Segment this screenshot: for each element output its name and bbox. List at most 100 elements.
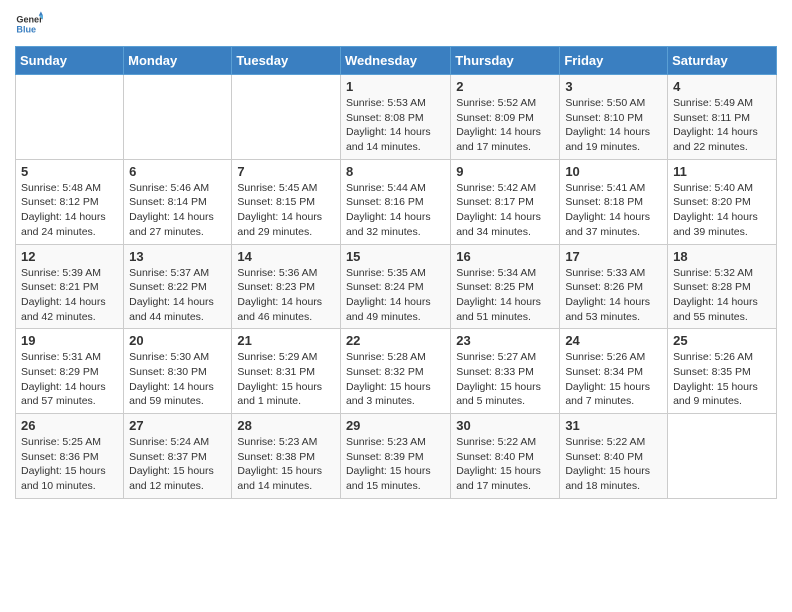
calendar-cell: 14 Sunrise: 5:36 AM Sunset: 8:23 PM Dayli… <box>232 244 341 329</box>
day-info: Sunrise: 5:42 AM Sunset: 8:17 PM Dayligh… <box>456 181 554 240</box>
calendar-cell: 29 Sunrise: 5:23 AM Sunset: 8:39 PM Dayli… <box>340 414 450 499</box>
day-info: Sunrise: 5:23 AM Sunset: 8:38 PM Dayligh… <box>237 435 335 494</box>
day-info: Sunrise: 5:26 AM Sunset: 8:35 PM Dayligh… <box>673 350 771 409</box>
logo-icon: General Blue <box>15 10 43 38</box>
day-number: 27 <box>129 418 226 433</box>
calendar-cell: 23 Sunrise: 5:27 AM Sunset: 8:33 PM Dayli… <box>451 329 560 414</box>
day-number: 9 <box>456 164 554 179</box>
calendar-cell: 15Sunrise: 5:35 AM Sunset: 8:24 PM Dayli… <box>340 244 450 329</box>
calendar-cell: 12 Sunrise: 5:39 AM Sunset: 8:21 PM Dayli… <box>16 244 124 329</box>
calendar-week-row: 5 Sunrise: 5:48 AM Sunset: 8:12 PM Daylig… <box>16 159 777 244</box>
calendar-cell: 19 Sunrise: 5:31 AM Sunset: 8:29 PM Dayli… <box>16 329 124 414</box>
day-number: 29 <box>346 418 445 433</box>
day-info: Sunrise: 5:22 AM Sunset: 8:40 PM Dayligh… <box>565 435 662 494</box>
calendar-header-row: SundayMondayTuesdayWednesdayThursdayFrid… <box>16 47 777 75</box>
day-number: 16 <box>456 249 554 264</box>
day-number: 5 <box>21 164 118 179</box>
calendar-cell: 2 Sunrise: 5:52 AM Sunset: 8:09 PM Daylig… <box>451 75 560 160</box>
day-number: 18 <box>673 249 771 264</box>
calendar-cell: 5 Sunrise: 5:48 AM Sunset: 8:12 PM Daylig… <box>16 159 124 244</box>
day-info: Sunrise: 5:52 AM Sunset: 8:09 PM Dayligh… <box>456 96 554 155</box>
calendar-cell: 31 Sunrise: 5:22 AM Sunset: 8:40 PM Dayli… <box>560 414 668 499</box>
day-info: Sunrise: 5:30 AM Sunset: 8:30 PM Dayligh… <box>129 350 226 409</box>
day-info: Sunrise: 5:40 AM Sunset: 8:20 PM Dayligh… <box>673 181 771 240</box>
calendar-table: SundayMondayTuesdayWednesdayThursdayFrid… <box>15 46 777 499</box>
day-number: 3 <box>565 79 662 94</box>
calendar-cell: 24Sunrise: 5:26 AM Sunset: 8:34 PM Dayli… <box>560 329 668 414</box>
day-number: 8 <box>346 164 445 179</box>
day-info: Sunrise: 5:48 AM Sunset: 8:12 PM Dayligh… <box>21 181 118 240</box>
calendar-cell: 11 Sunrise: 5:40 AM Sunset: 8:20 PM Dayli… <box>668 159 777 244</box>
calendar-cell <box>124 75 232 160</box>
day-info: Sunrise: 5:36 AM Sunset: 8:23 PM Dayligh… <box>237 266 335 325</box>
day-info: Sunrise: 5:46 AM Sunset: 8:14 PM Dayligh… <box>129 181 226 240</box>
col-header-sunday: Sunday <box>16 47 124 75</box>
day-number: 1 <box>346 79 445 94</box>
calendar-cell: 7 Sunrise: 5:45 AM Sunset: 8:15 PM Daylig… <box>232 159 341 244</box>
calendar-cell: 20 Sunrise: 5:30 AM Sunset: 8:30 PM Dayli… <box>124 329 232 414</box>
day-number: 4 <box>673 79 771 94</box>
svg-text:Blue: Blue <box>16 24 36 34</box>
calendar-cell: 26Sunrise: 5:25 AM Sunset: 8:36 PM Dayli… <box>16 414 124 499</box>
calendar-cell: 10 Sunrise: 5:41 AM Sunset: 8:18 PM Dayli… <box>560 159 668 244</box>
calendar-cell: 22Sunrise: 5:28 AM Sunset: 8:32 PM Dayli… <box>340 329 450 414</box>
calendar-cell <box>232 75 341 160</box>
day-number: 14 <box>237 249 335 264</box>
day-number: 2 <box>456 79 554 94</box>
day-info: Sunrise: 5:39 AM Sunset: 8:21 PM Dayligh… <box>21 266 118 325</box>
calendar-cell: 4 Sunrise: 5:49 AM Sunset: 8:11 PM Daylig… <box>668 75 777 160</box>
col-header-monday: Monday <box>124 47 232 75</box>
day-info: Sunrise: 5:53 AM Sunset: 8:08 PM Dayligh… <box>346 96 445 155</box>
day-number: 22 <box>346 333 445 348</box>
day-info: Sunrise: 5:41 AM Sunset: 8:18 PM Dayligh… <box>565 181 662 240</box>
day-number: 15 <box>346 249 445 264</box>
calendar-cell: 16 Sunrise: 5:34 AM Sunset: 8:25 PM Dayli… <box>451 244 560 329</box>
calendar-cell: 3 Sunrise: 5:50 AM Sunset: 8:10 PM Daylig… <box>560 75 668 160</box>
day-number: 19 <box>21 333 118 348</box>
day-number: 23 <box>456 333 554 348</box>
day-number: 17 <box>565 249 662 264</box>
day-info: Sunrise: 5:29 AM Sunset: 8:31 PM Dayligh… <box>237 350 335 409</box>
day-info: Sunrise: 5:27 AM Sunset: 8:33 PM Dayligh… <box>456 350 554 409</box>
col-header-thursday: Thursday <box>451 47 560 75</box>
day-info: Sunrise: 5:24 AM Sunset: 8:37 PM Dayligh… <box>129 435 226 494</box>
day-info: Sunrise: 5:31 AM Sunset: 8:29 PM Dayligh… <box>21 350 118 409</box>
day-info: Sunrise: 5:44 AM Sunset: 8:16 PM Dayligh… <box>346 181 445 240</box>
day-info: Sunrise: 5:26 AM Sunset: 8:34 PM Dayligh… <box>565 350 662 409</box>
day-number: 10 <box>565 164 662 179</box>
day-info: Sunrise: 5:22 AM Sunset: 8:40 PM Dayligh… <box>456 435 554 494</box>
day-info: Sunrise: 5:23 AM Sunset: 8:39 PM Dayligh… <box>346 435 445 494</box>
calendar-cell: 25 Sunrise: 5:26 AM Sunset: 8:35 PM Dayli… <box>668 329 777 414</box>
svg-text:General: General <box>16 15 43 25</box>
calendar-cell: 27 Sunrise: 5:24 AM Sunset: 8:37 PM Dayli… <box>124 414 232 499</box>
col-header-saturday: Saturday <box>668 47 777 75</box>
calendar-cell <box>668 414 777 499</box>
day-info: Sunrise: 5:50 AM Sunset: 8:10 PM Dayligh… <box>565 96 662 155</box>
calendar-cell: 30Sunrise: 5:22 AM Sunset: 8:40 PM Dayli… <box>451 414 560 499</box>
calendar-cell: 6Sunrise: 5:46 AM Sunset: 8:14 PM Daylig… <box>124 159 232 244</box>
col-header-wednesday: Wednesday <box>340 47 450 75</box>
day-info: Sunrise: 5:32 AM Sunset: 8:28 PM Dayligh… <box>673 266 771 325</box>
day-number: 21 <box>237 333 335 348</box>
day-number: 20 <box>129 333 226 348</box>
calendar-week-row: 1 Sunrise: 5:53 AM Sunset: 8:08 PM Daylig… <box>16 75 777 160</box>
calendar-cell: 13Sunrise: 5:37 AM Sunset: 8:22 PM Dayli… <box>124 244 232 329</box>
day-info: Sunrise: 5:49 AM Sunset: 8:11 PM Dayligh… <box>673 96 771 155</box>
day-number: 12 <box>21 249 118 264</box>
day-info: Sunrise: 5:45 AM Sunset: 8:15 PM Dayligh… <box>237 181 335 240</box>
day-number: 7 <box>237 164 335 179</box>
col-header-tuesday: Tuesday <box>232 47 341 75</box>
logo: General Blue <box>15 10 43 38</box>
day-info: Sunrise: 5:34 AM Sunset: 8:25 PM Dayligh… <box>456 266 554 325</box>
day-number: 25 <box>673 333 771 348</box>
day-number: 11 <box>673 164 771 179</box>
day-number: 31 <box>565 418 662 433</box>
calendar-week-row: 12 Sunrise: 5:39 AM Sunset: 8:21 PM Dayli… <box>16 244 777 329</box>
col-header-friday: Friday <box>560 47 668 75</box>
calendar-week-row: 26Sunrise: 5:25 AM Sunset: 8:36 PM Dayli… <box>16 414 777 499</box>
day-number: 26 <box>21 418 118 433</box>
calendar-week-row: 19 Sunrise: 5:31 AM Sunset: 8:29 PM Dayli… <box>16 329 777 414</box>
calendar-cell: 8 Sunrise: 5:44 AM Sunset: 8:16 PM Daylig… <box>340 159 450 244</box>
calendar-cell <box>16 75 124 160</box>
calendar-cell: 18 Sunrise: 5:32 AM Sunset: 8:28 PM Dayli… <box>668 244 777 329</box>
